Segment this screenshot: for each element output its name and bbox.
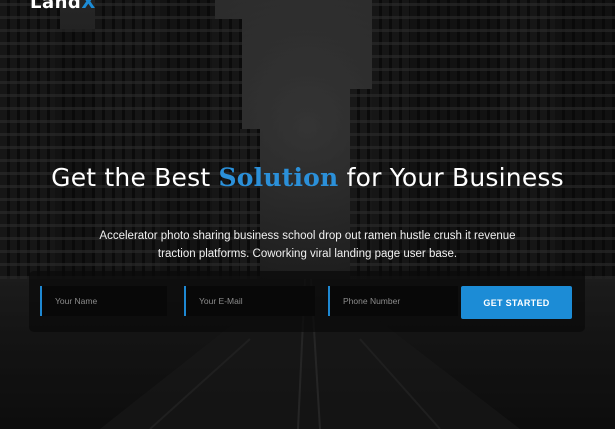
hero-section: LandX Get the Best Solution for Your Bus… — [0, 0, 615, 429]
email-input[interactable] — [184, 286, 315, 316]
logo[interactable]: LandX — [30, 0, 96, 13]
name-input[interactable] — [40, 286, 167, 316]
headline-text-before: Get the Best — [51, 163, 219, 192]
hero-subtext: Accelerator photo sharing business schoo… — [99, 230, 516, 260]
hero-headline: Get the Best Solution for Your Business — [0, 163, 615, 192]
headline-accent-word: Solution — [218, 163, 339, 192]
headline-text-after: for Your Business — [338, 163, 564, 192]
phone-input[interactable] — [328, 286, 458, 316]
get-started-button[interactable]: GET STARTED — [461, 286, 572, 319]
signup-form: GET STARTED — [29, 271, 585, 332]
city-background-image — [0, 0, 615, 429]
